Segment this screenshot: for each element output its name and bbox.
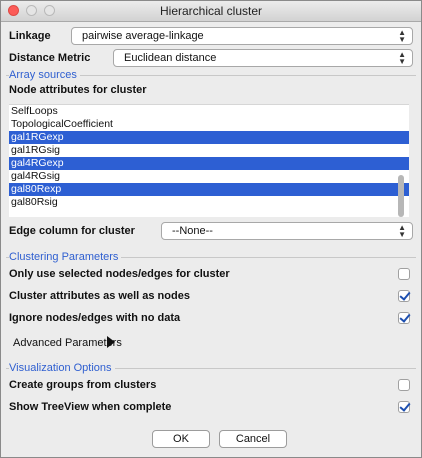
array-sources-title: Array sources (9, 69, 80, 81)
cluster-attributes-checkbox[interactable] (398, 290, 410, 302)
select-arrows-icon: ▲ ▼ (398, 223, 406, 239)
cancel-button[interactable]: Cancel (219, 430, 287, 448)
only-selected-label: Only use selected nodes/edges for cluste… (9, 268, 230, 280)
linkage-row: Linkage pairwise average-linkage ▲ ▼ (9, 27, 413, 47)
distance-metric-label: Distance Metric (9, 52, 91, 64)
list-item[interactable]: gal4RGexp (9, 157, 409, 170)
cluster-attributes-option: Cluster attributes as well as nodes (9, 287, 413, 307)
list-scrollbar[interactable] (398, 105, 404, 217)
disclosure-triangle-icon[interactable] (107, 336, 115, 348)
list-item[interactable]: gal1RGexp (9, 131, 409, 144)
edge-column-value: --None-- (172, 225, 213, 237)
edge-column-row: Edge column for cluster --None-- ▲ ▼ (9, 222, 413, 242)
show-treeview-option: Show TreeView when complete (9, 398, 413, 418)
create-groups-checkbox[interactable] (398, 379, 410, 391)
linkage-value: pairwise average-linkage (82, 30, 204, 42)
create-groups-option: Create groups from clusters (9, 376, 413, 396)
edge-column-select[interactable]: --None-- ▲ ▼ (161, 222, 413, 240)
distance-metric-value: Euclidean distance (124, 52, 217, 64)
node-attributes-label: Node attributes for cluster (9, 84, 147, 96)
ignore-nodes-label: Ignore nodes/edges with no data (9, 312, 181, 324)
show-treeview-checkbox[interactable] (398, 401, 410, 413)
list-item[interactable]: gal4RGsig (9, 170, 409, 183)
ok-button[interactable]: OK (152, 430, 210, 448)
clustering-parameters-title: Clustering Parameters (9, 251, 122, 263)
list-item[interactable]: SelfLoops (9, 105, 409, 118)
list-item[interactable]: TopologicalCoefficient (9, 118, 409, 131)
dialog-window: Hierarchical cluster Linkage pairwise av… (0, 0, 422, 458)
create-groups-label: Create groups from clusters (9, 379, 157, 391)
distance-metric-row: Distance Metric Euclidean distance ▲ ▼ (9, 49, 413, 69)
ignore-nodes-checkbox[interactable] (398, 312, 410, 324)
advanced-parameters-toggle[interactable]: Advanced Parameters (13, 337, 122, 349)
title-bar: Hierarchical cluster (1, 1, 421, 22)
show-treeview-label: Show TreeView when complete (9, 401, 172, 413)
list-item[interactable]: gal80Rsig (9, 196, 409, 209)
list-item[interactable]: gal1RGsig (9, 144, 409, 157)
edge-column-label: Edge column for cluster (9, 225, 135, 237)
window-title: Hierarchical cluster (159, 4, 263, 18)
ignore-nodes-option: Ignore nodes/edges with no data (9, 309, 413, 329)
linkage-label: Linkage (9, 30, 51, 42)
visualization-options-title: Visualization Options (9, 362, 115, 374)
cluster-attributes-label: Cluster attributes as well as nodes (9, 290, 190, 302)
node-attributes-list[interactable]: SelfLoops TopologicalCoefficient gal1RGe… (9, 104, 409, 217)
select-arrows-icon: ▲ ▼ (398, 28, 406, 44)
linkage-select[interactable]: pairwise average-linkage ▲ ▼ (71, 27, 413, 45)
scrollbar-thumb[interactable] (398, 175, 404, 217)
select-arrows-icon: ▲ ▼ (398, 50, 406, 66)
only-selected-option: Only use selected nodes/edges for cluste… (9, 265, 413, 285)
only-selected-checkbox[interactable] (398, 268, 410, 280)
list-item[interactable]: gal80Rexp (9, 183, 409, 196)
distance-metric-select[interactable]: Euclidean distance ▲ ▼ (113, 49, 413, 67)
